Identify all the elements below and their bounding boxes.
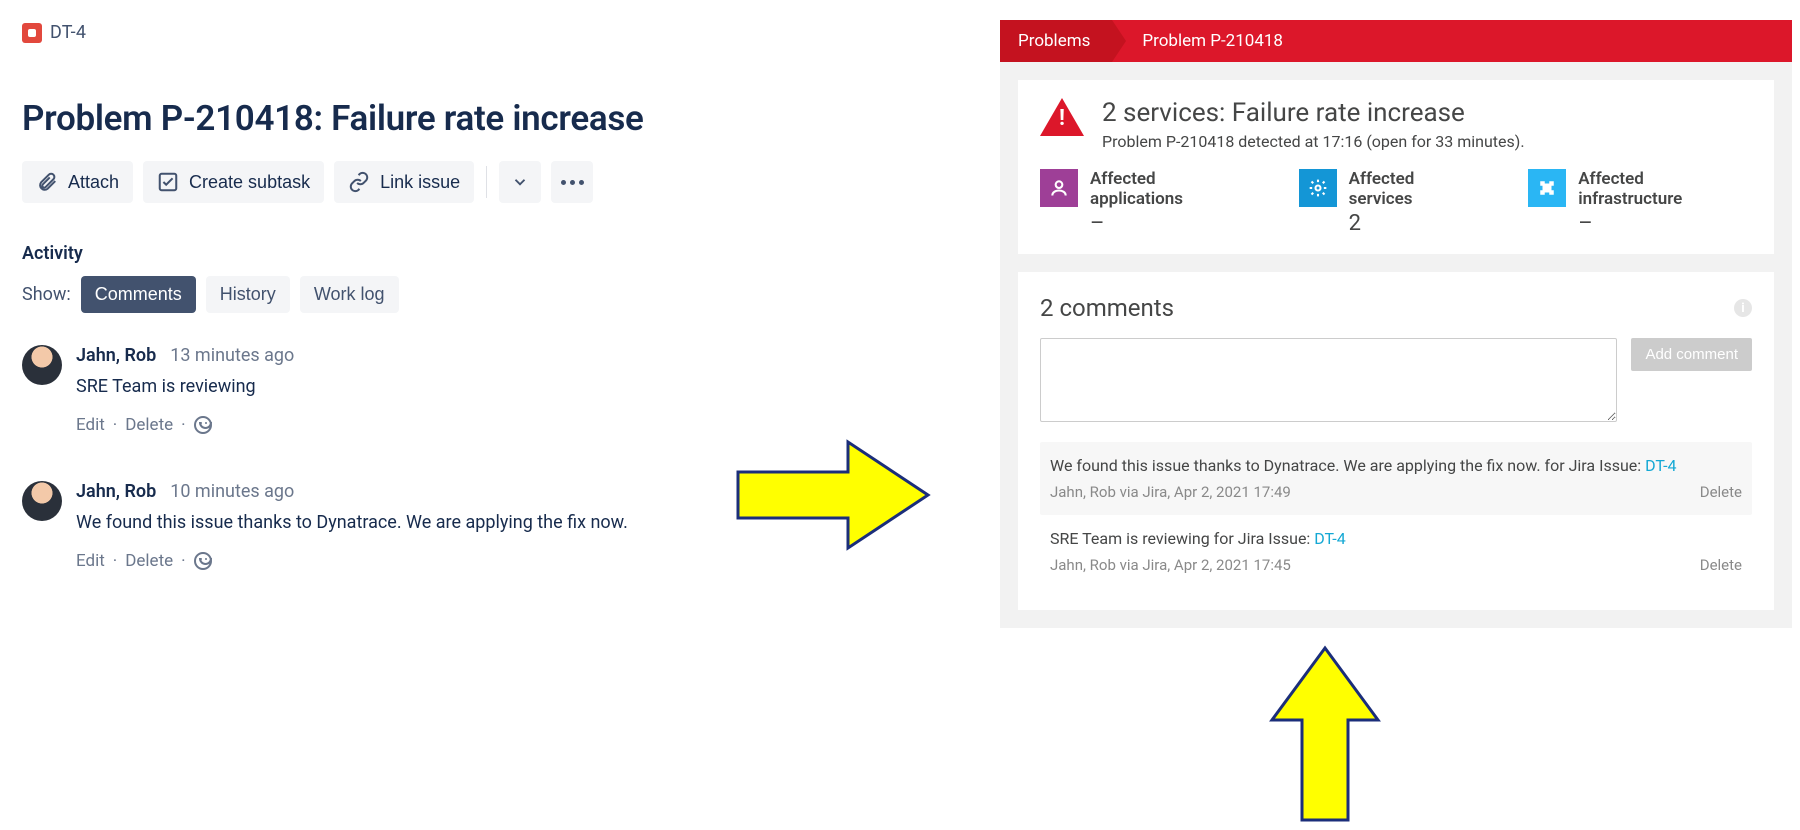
jira-link[interactable]: DT-4: [1645, 456, 1676, 475]
metric-label: Affected applications: [1090, 169, 1253, 209]
issue-type-icon: [22, 23, 42, 43]
dynatrace-panel: Problems Problem P-210418 ! 2 services: …: [1000, 20, 1792, 628]
link-issue-dropdown[interactable]: [499, 161, 541, 203]
tab-worklog[interactable]: Work log: [300, 276, 399, 313]
comment-time[interactable]: 13 minutes ago: [170, 345, 294, 366]
delete-action[interactable]: Delete: [125, 551, 173, 571]
metric-infrastructure[interactable]: Affected infrastructure –: [1528, 169, 1752, 236]
link-icon: [348, 171, 370, 193]
edit-action[interactable]: Edit: [76, 551, 105, 571]
activity-heading: Activity: [22, 243, 782, 264]
dt-comments-count: 2 comments: [1040, 294, 1174, 322]
dt-comment-input[interactable]: [1040, 338, 1617, 422]
attach-button[interactable]: Attach: [22, 161, 133, 203]
show-label: Show:: [22, 284, 71, 305]
comment-actions: Edit · Delete ·: [76, 415, 294, 435]
activity-filter-row: Show: Comments History Work log: [22, 276, 782, 313]
delete-action[interactable]: Delete: [125, 415, 173, 435]
link-issue-label: Link issue: [380, 172, 460, 193]
reaction-icon[interactable]: [194, 416, 212, 434]
metric-services[interactable]: Affected services 2: [1299, 169, 1483, 236]
problem-title: 2 services: Failure rate increase: [1102, 98, 1525, 128]
comment-text: We found this issue thanks to Dynatrace.…: [76, 512, 628, 533]
edit-action[interactable]: Edit: [76, 415, 105, 435]
toolbar-divider: [486, 166, 487, 198]
problem-card: ! 2 services: Failure rate increase Prob…: [1018, 80, 1774, 254]
problem-subtitle: Problem P-210418 detected at 17:16 (open…: [1102, 132, 1525, 151]
app-icon: [1040, 169, 1078, 207]
comment-author[interactable]: Jahn, Rob: [76, 481, 156, 502]
dt-comment-meta: Jahn, Rob via Jira, Apr 2, 2021 17:45: [1050, 556, 1291, 574]
metric-value: 2: [1349, 211, 1483, 236]
arrow-right-icon: [728, 430, 938, 560]
subtask-icon: [157, 171, 179, 193]
metric-value: –: [1578, 211, 1752, 236]
create-subtask-label: Create subtask: [189, 172, 310, 193]
avatar[interactable]: [22, 345, 62, 385]
comment-body: Jahn, Rob 13 minutes ago SRE Team is rev…: [76, 345, 294, 435]
comment-author[interactable]: Jahn, Rob: [76, 345, 156, 366]
dt-comment-meta: Jahn, Rob via Jira, Apr 2, 2021 17:49: [1050, 483, 1291, 501]
dt-comment: We found this issue thanks to Dynatrace.…: [1040, 442, 1752, 515]
dt-comment-list: We found this issue thanks to Dynatrace.…: [1040, 442, 1752, 588]
issue-title: Problem P-210418: Failure rate increase: [22, 99, 782, 139]
info-icon[interactable]: i: [1734, 299, 1752, 317]
avatar[interactable]: [22, 481, 62, 521]
comment-body: Jahn, Rob 10 minutes ago We found this i…: [76, 481, 628, 571]
metric-label: Affected infrastructure: [1578, 169, 1752, 209]
metric-value: –: [1090, 211, 1253, 236]
issue-key-row: DT-4: [22, 22, 782, 43]
jira-link[interactable]: DT-4: [1314, 529, 1345, 548]
dt-comment-input-row: Add comment: [1040, 338, 1752, 422]
jira-panel: DT-4 Problem P-210418: Failure rate incr…: [22, 22, 782, 571]
gear-icon: [1299, 169, 1337, 207]
create-subtask-button[interactable]: Create subtask: [143, 161, 324, 203]
comment: Jahn, Rob 10 minutes ago We found this i…: [22, 481, 782, 571]
link-issue-button[interactable]: Link issue: [334, 161, 474, 203]
paperclip-icon: [36, 171, 58, 193]
infrastructure-icon: [1528, 169, 1566, 207]
dt-comment-text: We found this issue thanks to Dynatrace.…: [1050, 456, 1742, 475]
problem-header: ! 2 services: Failure rate increase Prob…: [1040, 98, 1752, 151]
tab-history[interactable]: History: [206, 276, 290, 313]
arrow-up-icon: [1260, 640, 1390, 830]
breadcrumb-root[interactable]: Problems: [1000, 20, 1112, 62]
impact-metrics: Affected applications – Affected service…: [1040, 169, 1752, 236]
issue-toolbar: Attach Create subtask Link issue: [22, 161, 782, 203]
dt-comment: SRE Team is reviewing for Jira Issue: DT…: [1040, 515, 1752, 588]
chevron-down-icon: [511, 173, 529, 191]
more-actions-button[interactable]: [551, 161, 593, 203]
dt-delete-link[interactable]: Delete: [1700, 483, 1742, 501]
tab-comments[interactable]: Comments: [81, 276, 196, 313]
dt-comments-card: 2 comments i Add comment We found this i…: [1018, 272, 1774, 610]
breadcrumb: Problems Problem P-210418: [1000, 20, 1792, 62]
add-comment-button[interactable]: Add comment: [1631, 338, 1752, 371]
comment-text: SRE Team is reviewing: [76, 376, 294, 397]
reaction-icon[interactable]: [194, 552, 212, 570]
warning-icon: !: [1040, 98, 1084, 136]
dt-comments-heading: 2 comments i: [1040, 294, 1752, 322]
dt-comment-text: SRE Team is reviewing for Jira Issue: DT…: [1050, 529, 1742, 548]
comment-time[interactable]: 10 minutes ago: [170, 481, 294, 502]
issue-key-link[interactable]: DT-4: [50, 22, 86, 43]
dt-delete-link[interactable]: Delete: [1700, 556, 1742, 574]
metric-applications[interactable]: Affected applications –: [1040, 169, 1253, 236]
attach-label: Attach: [68, 172, 119, 193]
metric-label: Affected services: [1349, 169, 1483, 209]
comment-actions: Edit · Delete ·: [76, 551, 628, 571]
dots-icon: [561, 180, 584, 185]
breadcrumb-current[interactable]: Problem P-210418: [1112, 31, 1283, 51]
comment: Jahn, Rob 13 minutes ago SRE Team is rev…: [22, 345, 782, 435]
